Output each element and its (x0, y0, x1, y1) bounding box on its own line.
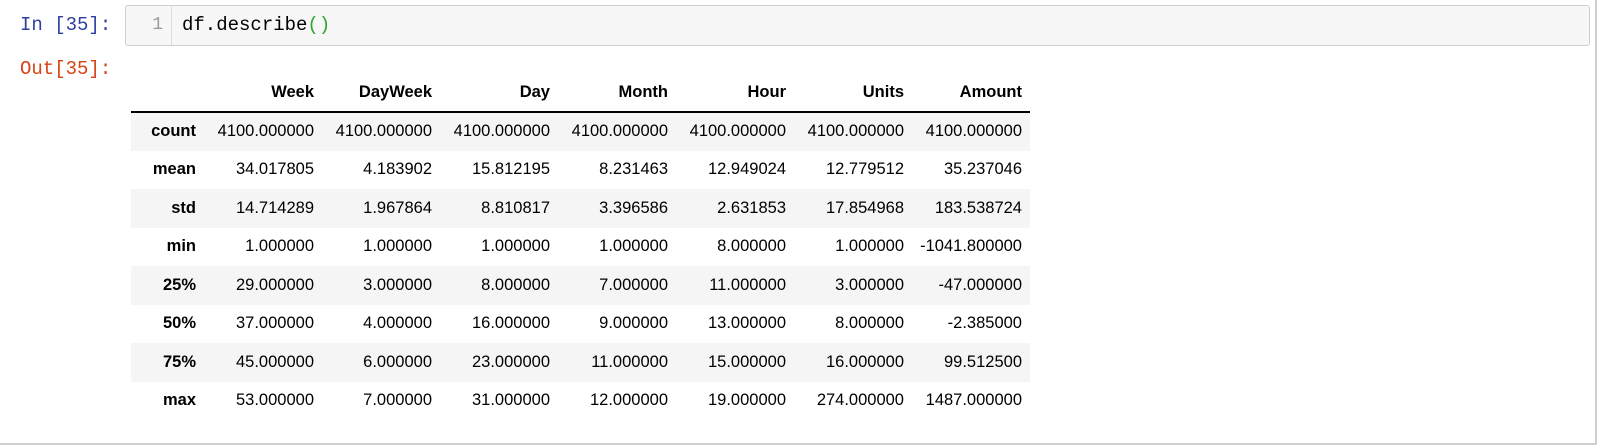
row-label: min (166, 237, 196, 256)
table-cell: 1.000000 (363, 237, 432, 256)
table-cell: 12.949024 (708, 160, 786, 179)
table-cell: 4100.000000 (453, 122, 550, 141)
table-cell: 99.512500 (944, 352, 1022, 371)
table-cell: 29.000000 (236, 275, 314, 294)
table-cell: 4100.000000 (689, 122, 786, 141)
table-cell: 3.396586 (599, 198, 668, 217)
code-line[interactable]: df.describe() (182, 6, 330, 45)
column-header: Day (440, 73, 558, 113)
table-row: max 53.000000 7.000000 31.000000 12.0000… (131, 382, 1030, 421)
table-cell: 4100.000000 (335, 122, 432, 141)
table-cell: 1.967864 (363, 198, 432, 217)
column-header: Amount (912, 73, 1030, 113)
table-row: 25% 29.000000 3.000000 8.000000 7.000000… (131, 266, 1030, 305)
output-prompt: Out[35]: (20, 58, 112, 80)
column-header: Month (558, 73, 676, 113)
table-row: count 4100.000000 4100.000000 4100.00000… (131, 112, 1030, 151)
table-cell: 11.000000 (709, 275, 786, 294)
table-cell: 16.000000 (826, 352, 904, 371)
table-cell: 4100.000000 (807, 122, 904, 141)
table-cell: 15.812195 (472, 160, 550, 179)
table-cell: 8.231463 (599, 160, 668, 179)
code-text: df.describe (182, 14, 308, 36)
table-cell: 8.810817 (481, 198, 550, 217)
header-corner (131, 73, 204, 113)
table-cell: 13.000000 (708, 314, 786, 333)
column-header: DayWeek (322, 73, 440, 113)
row-label: 50% (162, 314, 196, 333)
table-cell: 31.000000 (472, 391, 550, 410)
column-header: Hour (676, 73, 794, 113)
table-cell: 2.631853 (717, 198, 786, 217)
table-cell: 4100.000000 (925, 122, 1022, 141)
table-cell: -1041.800000 (920, 237, 1022, 256)
dataframe-table: Week DayWeek Day Month Hour Units Amount… (131, 73, 1030, 420)
table-cell: 7.000000 (363, 391, 432, 410)
table-cell: -2.385000 (947, 314, 1022, 333)
table-cell: 1487.000000 (925, 391, 1022, 410)
table-cell: 3.000000 (835, 275, 904, 294)
table-cell: 45.000000 (236, 352, 314, 371)
code-parens: () (307, 14, 331, 36)
table-cell: 8.000000 (717, 237, 786, 256)
table-cell: 37.000000 (236, 314, 314, 333)
row-label: max (162, 391, 196, 410)
table-cell: 17.854968 (826, 198, 904, 217)
table-row: mean 34.017805 4.183902 15.812195 8.2314… (131, 151, 1030, 190)
table-cell: 14.714289 (236, 198, 314, 217)
table-cell: 15.000000 (708, 352, 786, 371)
table-cell: 8.000000 (481, 275, 550, 294)
table-cell: 4.183902 (363, 160, 432, 179)
row-label: 25% (162, 275, 196, 294)
column-header: Units (794, 73, 912, 113)
table-cell: 4.000000 (363, 314, 432, 333)
table-cell: 1.000000 (599, 237, 668, 256)
table-cell: 19.000000 (708, 391, 786, 410)
row-label: 75% (162, 352, 196, 371)
table-cell: 4100.000000 (217, 122, 314, 141)
table-cell: 23.000000 (472, 352, 550, 371)
column-header: Week (204, 73, 322, 113)
table-cell: 3.000000 (363, 275, 432, 294)
table-cell: 16.000000 (472, 314, 550, 333)
table-cell: 183.538724 (934, 198, 1022, 217)
table-cell: 12.779512 (826, 160, 904, 179)
table-row: min 1.000000 1.000000 1.000000 1.000000 … (131, 228, 1030, 267)
table-cell: 35.237046 (944, 160, 1022, 179)
input-prompt: In [35]: (20, 14, 112, 36)
table-cell: -47.000000 (938, 275, 1023, 294)
table-row: std 14.714289 1.967864 8.810817 3.396586… (131, 189, 1030, 228)
row-label: count (151, 122, 196, 141)
row-label: mean (152, 160, 196, 179)
table-cell: 274.000000 (816, 391, 904, 410)
table-cell: 9.000000 (599, 314, 668, 333)
table-cell: 7.000000 (599, 275, 668, 294)
table-row: 75% 45.000000 6.000000 23.000000 11.0000… (131, 343, 1030, 382)
table-cell: 11.000000 (591, 352, 668, 371)
row-label: std (171, 198, 196, 217)
table-cell: 1.000000 (835, 237, 904, 256)
header-row: Week DayWeek Day Month Hour Units Amount (131, 73, 1030, 113)
table-cell: 12.000000 (590, 391, 668, 410)
table-cell: 1.000000 (481, 237, 550, 256)
code-editor[interactable]: 1 df.describe() (125, 5, 1590, 46)
table-cell: 1.000000 (245, 237, 314, 256)
table-cell: 34.017805 (236, 160, 314, 179)
table-cell: 6.000000 (363, 352, 432, 371)
line-number: 1 (126, 6, 172, 45)
table-cell: 4100.000000 (571, 122, 668, 141)
table-cell: 53.000000 (236, 391, 314, 410)
table-cell: 8.000000 (835, 314, 904, 333)
table-row: 50% 37.000000 4.000000 16.000000 9.00000… (131, 305, 1030, 344)
